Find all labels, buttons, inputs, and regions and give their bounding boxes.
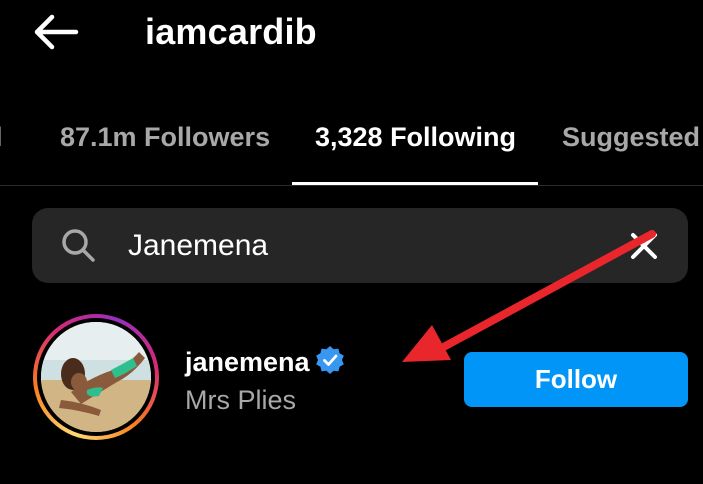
username[interactable]: janemena bbox=[185, 347, 310, 378]
search-icon bbox=[62, 229, 95, 262]
tab-partial[interactable]: al bbox=[0, 122, 3, 153]
tab-following[interactable]: 3,328 Following bbox=[315, 122, 516, 153]
top-bar: iamcardib bbox=[0, 0, 703, 70]
avatar-photo bbox=[41, 322, 151, 432]
search-input[interactable] bbox=[128, 224, 608, 268]
close-icon bbox=[631, 233, 657, 259]
tab-bar: al 87.1m Followers 3,328 Following Sugge… bbox=[0, 100, 703, 186]
back-button[interactable] bbox=[30, 12, 82, 52]
tab-followers[interactable]: 87.1m Followers bbox=[60, 122, 270, 153]
arrow-left-icon bbox=[34, 14, 79, 50]
page-title: iamcardib bbox=[145, 11, 317, 52]
avatar[interactable] bbox=[41, 322, 151, 432]
tabs-divider bbox=[0, 185, 703, 186]
follow-button[interactable]: Follow bbox=[464, 352, 688, 407]
verified-badge-icon bbox=[316, 346, 344, 374]
clear-search-button[interactable] bbox=[626, 228, 662, 264]
tab-suggested[interactable]: Suggested bbox=[562, 122, 700, 153]
full-name: Mrs Plies bbox=[185, 385, 297, 415]
